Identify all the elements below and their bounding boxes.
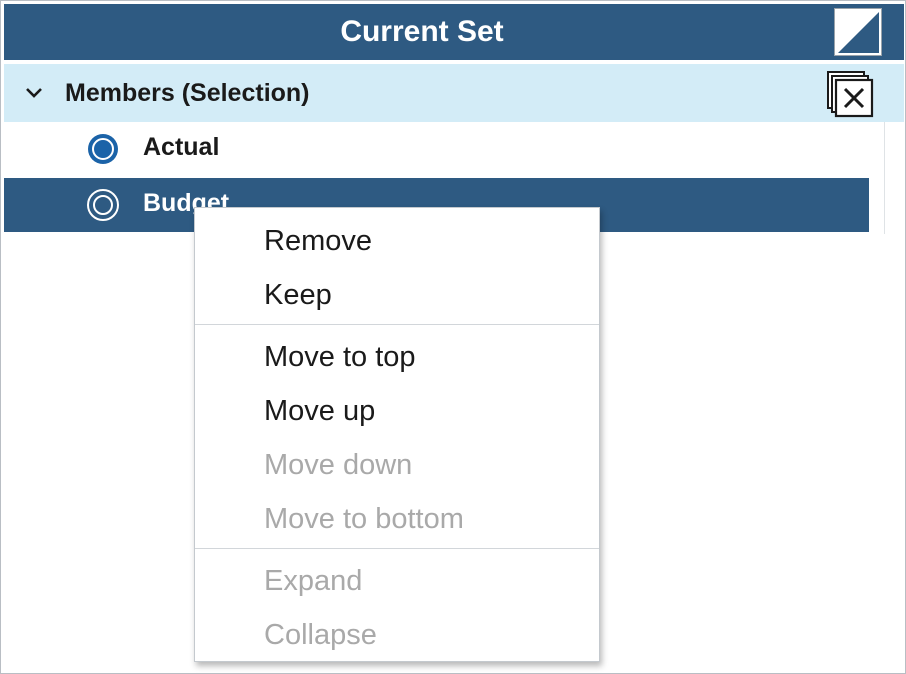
menu-item-move-down: Move down: [264, 449, 413, 481]
menu-item-move-to-bottom: Move to bottom: [264, 503, 464, 535]
menu-item-keep[interactable]: Keep: [195, 268, 599, 322]
menu-item-expand: Expand: [264, 565, 363, 597]
panel-header: Current Set: [4, 4, 904, 60]
members-group-row[interactable]: Members (Selection): [4, 64, 904, 122]
menu-item-collapse: Collapse: [264, 619, 377, 651]
radio-icon: [88, 134, 118, 164]
context-menu: Remove Keep Move to top Move up Move dow…: [194, 207, 600, 662]
menu-item-move-to-top[interactable]: Move to top: [195, 330, 599, 384]
menu-item-remove[interactable]: Remove: [195, 214, 599, 268]
panel-title: Current Set: [340, 15, 504, 48]
menu-divider: [195, 548, 599, 549]
members-group-label: Members (Selection): [65, 79, 310, 107]
menu-item-move-up[interactable]: Move up: [195, 384, 599, 438]
menu-divider: [195, 324, 599, 325]
maximize-button[interactable]: [834, 8, 882, 56]
chevron-down-icon[interactable]: [22, 81, 46, 105]
list-item-actual[interactable]: Actual: [4, 122, 869, 176]
current-set-panel: Current Set Members (Selection) Actual B…: [0, 0, 906, 674]
maximize-icon: [838, 12, 879, 53]
list-item-label: Actual: [143, 133, 220, 161]
radio-icon: [87, 189, 119, 221]
clear-selection-icon[interactable]: [826, 69, 876, 119]
